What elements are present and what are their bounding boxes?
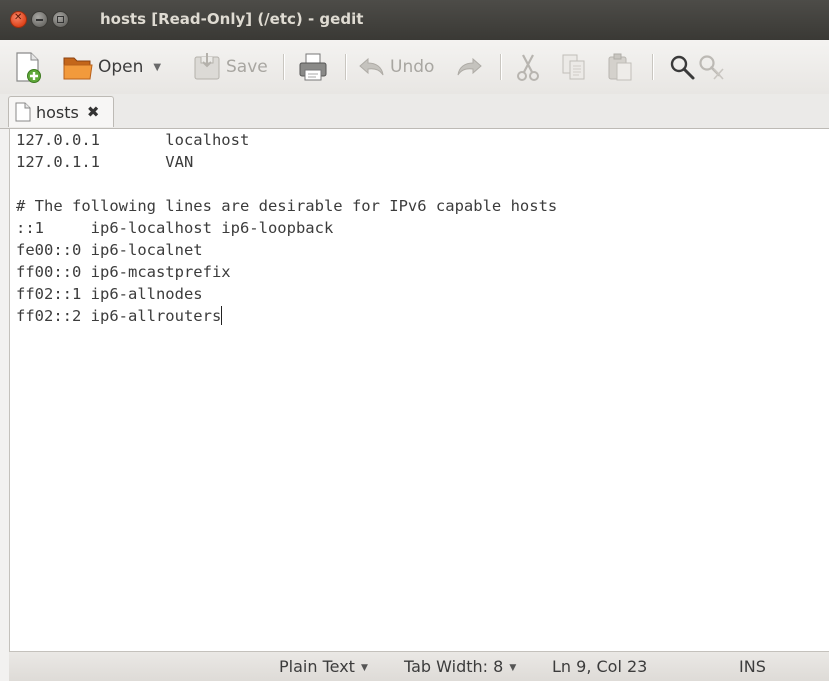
find-button[interactable]: [668, 50, 696, 84]
document-tab-bar: hosts ✖: [0, 94, 829, 129]
toolbar-separator: [652, 54, 653, 80]
tab-width-selector[interactable]: Tab Width: 8 ▼: [404, 657, 516, 676]
text-file-icon: [15, 102, 31, 122]
tab-label: hosts: [36, 102, 79, 122]
print-icon: [299, 53, 327, 81]
copy-icon: [562, 54, 585, 80]
window-title: hosts [Read-Only] (/etc) - gedit: [100, 10, 364, 28]
text-cursor: [221, 306, 223, 325]
cut-button[interactable]: [514, 50, 542, 84]
print-button[interactable]: [298, 50, 328, 84]
insert-mode-indicator: INS: [739, 657, 766, 676]
copy-button[interactable]: [560, 50, 588, 84]
chevron-down-icon: ▼: [360, 663, 368, 673]
language-label: Plain Text: [279, 657, 355, 676]
redo-icon: [457, 57, 482, 76]
toolbar-separator: [345, 54, 346, 80]
text-editor-area[interactable]: 127.0.0.1 localhost 127.0.1.1 VAN # The …: [9, 129, 829, 651]
maximize-window-button[interactable]: [52, 11, 69, 28]
undo-button[interactable]: Undo: [358, 50, 434, 84]
undo-icon: [359, 57, 384, 76]
toolbar-separator: [283, 54, 284, 80]
redo-button[interactable]: [455, 50, 483, 84]
save-button[interactable]: Save: [192, 50, 268, 84]
editor-line: ff00::0 ip6-mcastprefix: [16, 263, 231, 281]
gedit-window: hosts [Read-Only] (/etc) - gedit Open ▼: [0, 0, 829, 681]
toolbar-separator: [500, 54, 501, 80]
editor-line: 127.0.0.1 localhost: [16, 131, 250, 149]
language-selector[interactable]: Plain Text ▼: [279, 657, 368, 676]
editor-line: ff02::1 ip6-allnodes: [16, 285, 203, 303]
search-icon: [670, 55, 695, 80]
cut-icon: [517, 54, 539, 81]
status-bar: Plain Text ▼ Tab Width: 8 ▼ Ln 9, Col 23 I…: [9, 651, 829, 681]
toolbar: Open ▼ Save Undo: [0, 40, 829, 94]
editor-line: 127.0.1.1 VAN: [16, 153, 194, 171]
find-replace-button[interactable]: [696, 50, 726, 84]
open-label: Open: [98, 57, 144, 77]
cursor-position: Ln 9, Col 23: [552, 657, 648, 676]
tab-hosts[interactable]: hosts ✖: [8, 96, 114, 127]
editor-line: ::1 ip6-localhost ip6-loopback: [16, 219, 334, 237]
title-bar[interactable]: hosts [Read-Only] (/etc) - gedit: [0, 0, 829, 40]
paste-button[interactable]: [606, 50, 634, 84]
search-replace-icon: [699, 55, 724, 80]
tab-width-label: Tab Width: 8: [404, 657, 504, 676]
chevron-down-icon: ▼: [509, 663, 517, 673]
paste-icon: [608, 53, 632, 81]
save-label: Save: [226, 57, 268, 77]
new-document-button[interactable]: [14, 50, 42, 84]
editor-line: # The following lines are desirable for …: [16, 197, 558, 215]
open-button[interactable]: Open ▼: [62, 50, 161, 84]
undo-label: Undo: [390, 57, 435, 77]
minimize-window-button[interactable]: [31, 11, 48, 28]
close-window-button[interactable]: [10, 11, 27, 28]
folder-open-icon: [63, 57, 93, 80]
editor-line: fe00::0 ip6-localnet: [16, 241, 203, 259]
editor-line-current: ff02::2 ip6-allrouters: [16, 305, 223, 327]
open-dropdown-icon[interactable]: ▼: [153, 62, 161, 73]
close-tab-icon[interactable]: ✖: [87, 103, 100, 121]
new-document-icon: [16, 52, 41, 83]
editor-line-text: ff02::2 ip6-allrouters: [16, 307, 222, 325]
save-icon: [194, 53, 220, 80]
